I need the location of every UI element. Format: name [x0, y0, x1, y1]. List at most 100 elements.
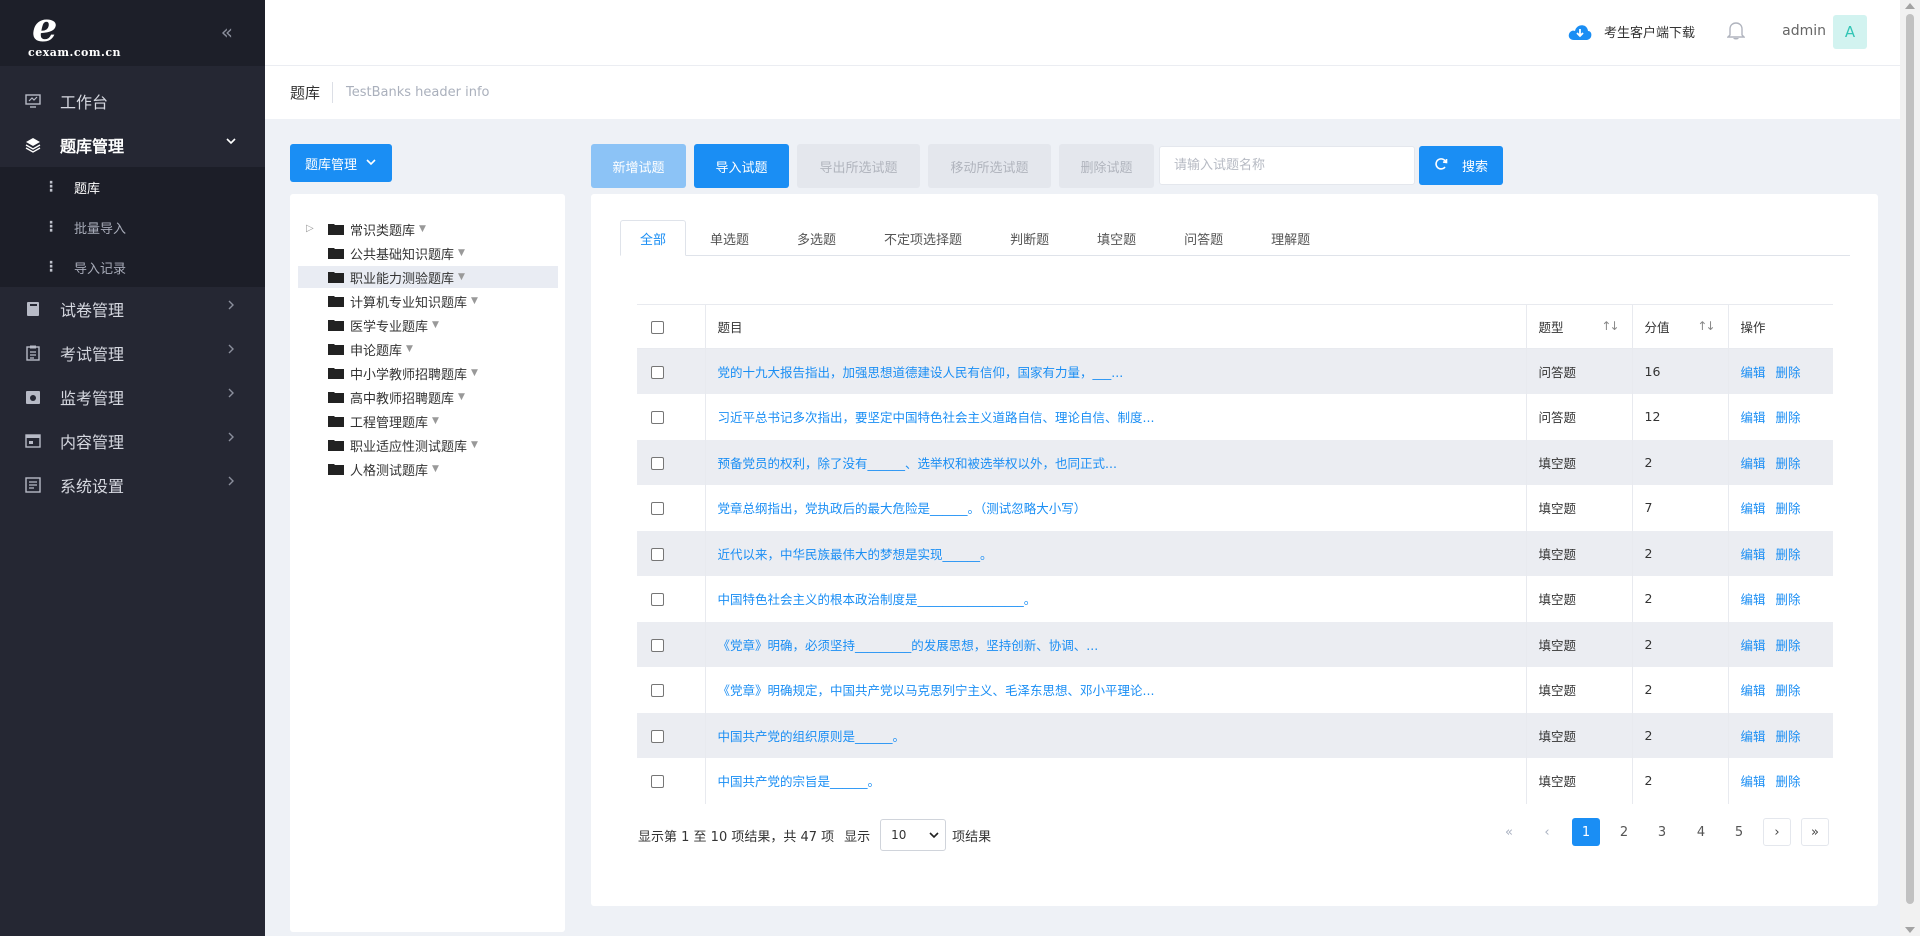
- question-link[interactable]: 党章总纲指出，党执政后的最大危险是______。（测试忽略大小写）: [718, 501, 1087, 516]
- question-link[interactable]: 预备党员的权利，除了没有______、选举权和被选举权以外，也同正式...: [718, 456, 1117, 471]
- tree-node[interactable]: 医学专业题库 ▼: [298, 314, 558, 336]
- tab-single-choice[interactable]: 单选题: [686, 220, 773, 256]
- row-checkbox[interactable]: [651, 411, 664, 425]
- column-type[interactable]: 题型 ↑↓: [1525, 304, 1632, 349]
- question-link[interactable]: 党的十九大报告指出，加强思想道德建设人民有信仰，国家有力量，___...: [718, 365, 1124, 380]
- delete-link[interactable]: 删除: [1776, 501, 1801, 516]
- prev-page-button[interactable]: ‹: [1533, 818, 1561, 846]
- sidebar-item-question-bank[interactable]: 题库管理: [0, 123, 265, 167]
- row-checkbox[interactable]: [651, 638, 664, 652]
- row-checkbox[interactable]: [651, 366, 664, 379]
- row-checkbox[interactable]: [651, 684, 664, 698]
- page-4-button[interactable]: 4: [1687, 818, 1715, 846]
- row-checkbox[interactable]: [651, 729, 664, 743]
- tab-multi-choice[interactable]: 多选题: [773, 220, 860, 256]
- delete-link[interactable]: 删除: [1776, 638, 1801, 653]
- delete-link[interactable]: 删除: [1776, 547, 1801, 562]
- scroll-down-icon[interactable]: [1905, 927, 1915, 933]
- tree-node[interactable]: 人格测试题库 ▼: [298, 458, 558, 480]
- caret-down-icon[interactable]: ▼: [458, 272, 465, 282]
- tab-qa[interactable]: 问答题: [1160, 220, 1247, 256]
- scroll-up-icon[interactable]: [1905, 3, 1915, 9]
- delete-link[interactable]: 删除: [1776, 456, 1801, 471]
- next-page-button[interactable]: ›: [1763, 818, 1791, 846]
- row-checkbox[interactable]: [651, 456, 664, 470]
- caret-down-icon[interactable]: ▼: [432, 416, 439, 426]
- sidebar-item-settings[interactable]: 系统设置: [0, 463, 265, 507]
- last-page-button[interactable]: »: [1801, 818, 1829, 846]
- bank-management-dropdown[interactable]: 题库管理: [290, 144, 392, 182]
- caret-down-icon[interactable]: ▼: [458, 248, 465, 258]
- page-2-button[interactable]: 2: [1610, 818, 1638, 846]
- page-size-select[interactable]: 10: [880, 819, 947, 851]
- caret-down-icon[interactable]: ▼: [432, 320, 439, 330]
- caret-down-icon[interactable]: ▼: [471, 296, 478, 306]
- tab-fill-blank[interactable]: 填空题: [1073, 220, 1160, 256]
- edit-link[interactable]: 编辑: [1741, 592, 1766, 607]
- question-link[interactable]: 中国共产党的宗旨是______。: [718, 774, 881, 789]
- page-5-button[interactable]: 5: [1725, 818, 1753, 846]
- tree-node[interactable]: 工程管理题库 ▼: [298, 410, 558, 432]
- tree-node[interactable]: 高中教师招聘题库 ▼: [298, 386, 558, 408]
- sidebar-subitem-import-records[interactable]: ⋮ 导入记录: [0, 247, 265, 287]
- tab-comprehension[interactable]: 理解题: [1247, 220, 1334, 256]
- tree-node[interactable]: 计算机专业知识题库 ▼: [298, 290, 558, 312]
- tree-node[interactable]: 中小学教师招聘题库 ▼: [298, 362, 558, 384]
- add-question-button[interactable]: 新增试题: [591, 144, 686, 188]
- page-3-button[interactable]: 3: [1648, 818, 1676, 846]
- sidebar-subitem-bank[interactable]: ⋮ 题库: [0, 167, 265, 207]
- delete-question-button[interactable]: 删除试题: [1059, 144, 1154, 188]
- client-download-link[interactable]: 考生客户端下载: [1568, 22, 1695, 41]
- page-scrollbar[interactable]: [1900, 0, 1920, 936]
- delete-link[interactable]: 删除: [1776, 592, 1801, 607]
- page-1-button[interactable]: 1: [1572, 818, 1600, 846]
- expand-icon[interactable]: ▷: [306, 223, 314, 234]
- select-all-checkbox[interactable]: [651, 321, 664, 334]
- tab-true-false[interactable]: 判断题: [986, 220, 1073, 256]
- bell-icon[interactable]: [1726, 20, 1746, 44]
- export-selected-button[interactable]: 导出所选试题: [797, 144, 920, 188]
- question-link[interactable]: 《党章》明确，必须坚持_________的发展思想，坚持创新、协调、...: [718, 638, 1099, 653]
- edit-link[interactable]: 编辑: [1741, 774, 1766, 789]
- column-score[interactable]: 分值 ↑↓: [1631, 304, 1728, 349]
- edit-link[interactable]: 编辑: [1741, 547, 1766, 562]
- question-search-input[interactable]: [1159, 146, 1415, 185]
- search-button[interactable]: 搜索: [1419, 146, 1503, 185]
- caret-down-icon[interactable]: ▼: [419, 224, 426, 234]
- question-link[interactable]: 《党章》明确规定，中国共产党以马克思列宁主义、毛泽东思想、邓小平理论...: [718, 683, 1155, 698]
- question-link[interactable]: 近代以来，中华民族最伟大的梦想是实现______。: [718, 547, 993, 562]
- row-checkbox[interactable]: [651, 547, 664, 561]
- sort-icon[interactable]: ↑↓: [1601, 319, 1619, 333]
- row-checkbox[interactable]: [651, 502, 664, 516]
- row-checkbox[interactable]: [651, 775, 664, 789]
- edit-link[interactable]: 编辑: [1741, 410, 1766, 425]
- sidebar-item-workbench[interactable]: 工作台: [0, 79, 265, 123]
- tree-node[interactable]: 职业适应性测试题库 ▼: [298, 434, 558, 456]
- tree-node-selected[interactable]: 职业能力测验题库 ▼: [298, 266, 558, 288]
- move-selected-button[interactable]: 移动所选试题: [928, 144, 1051, 188]
- caret-down-icon[interactable]: ▼: [432, 464, 439, 474]
- collapse-sidebar-icon[interactable]: «: [221, 20, 233, 44]
- edit-link[interactable]: 编辑: [1741, 456, 1766, 471]
- tree-node[interactable]: 申论题库 ▼: [298, 338, 558, 360]
- question-link[interactable]: 中国特色社会主义的根本政治制度是_________________。: [718, 592, 1037, 607]
- tab-all[interactable]: 全部: [620, 220, 687, 256]
- sidebar-subitem-batch-import[interactable]: ⋮ 批量导入: [0, 207, 265, 247]
- caret-down-icon[interactable]: ▼: [406, 344, 413, 354]
- sidebar-item-proctoring[interactable]: 监考管理: [0, 375, 265, 419]
- username[interactable]: admin: [1782, 23, 1826, 39]
- tab-indefinite-choice[interactable]: 不定项选择题: [860, 220, 986, 256]
- sidebar-item-exams[interactable]: 考试管理: [0, 331, 265, 375]
- import-question-button[interactable]: 导入试题: [694, 144, 789, 188]
- avatar[interactable]: A: [1833, 15, 1867, 49]
- tree-node[interactable]: ▷ 常识类题库 ▼: [298, 218, 558, 240]
- delete-link[interactable]: 删除: [1776, 729, 1801, 744]
- caret-down-icon[interactable]: ▼: [458, 392, 465, 402]
- row-checkbox[interactable]: [651, 593, 664, 607]
- sidebar-item-papers[interactable]: 试卷管理: [0, 287, 265, 331]
- edit-link[interactable]: 编辑: [1741, 729, 1766, 744]
- edit-link[interactable]: 编辑: [1741, 638, 1766, 653]
- delete-link[interactable]: 删除: [1776, 365, 1801, 380]
- question-link[interactable]: 中国共产党的组织原则是______。: [718, 729, 906, 744]
- delete-link[interactable]: 删除: [1776, 774, 1801, 789]
